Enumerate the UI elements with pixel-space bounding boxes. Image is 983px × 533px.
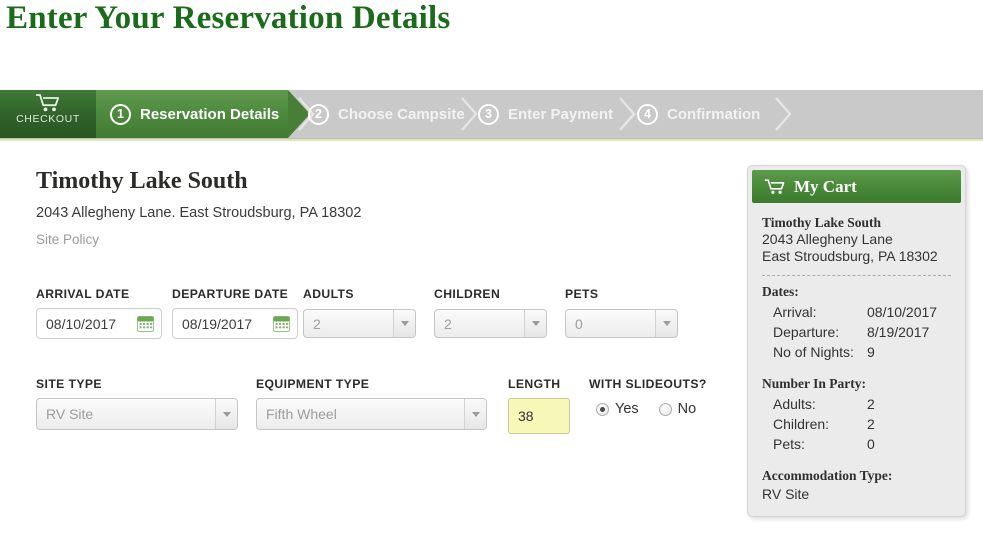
progress-chevron-4-icon (775, 97, 792, 131)
calendar-icon[interactable] (273, 315, 290, 332)
departure-date-value: 08/19/2017 (182, 315, 253, 332)
slideouts-yes-label: Yes (615, 401, 639, 417)
cart-children-row: Children: 2 (762, 414, 951, 434)
progress-step-1[interactable]: 1 Reservation Details (110, 90, 279, 138)
arrival-date-label: ARRIVAL DATE (36, 287, 130, 301)
progress-chevron-3-icon (619, 97, 636, 131)
cart-arrival-value: 08/10/2017 (867, 304, 938, 320)
step-number-2: 2 (308, 103, 329, 125)
slideouts-radio-group: Yes No (596, 401, 716, 417)
cart-spacer (762, 362, 951, 376)
cart-nights-label: No of Nights: (773, 344, 854, 360)
calendar-icon[interactable] (137, 315, 154, 332)
children-value: 2 (444, 315, 452, 332)
cart-campground-name: Timothy Lake South (762, 215, 882, 230)
checkout-badge: CHECKOUT (0, 90, 96, 138)
pets-label: PETS (565, 287, 599, 301)
step-number-4: 4 (637, 103, 658, 125)
step-label-1: Reservation Details (140, 105, 280, 123)
cart-nights-row: No of Nights: 9 (762, 342, 951, 362)
site-type-select[interactable]: RV Site (36, 398, 238, 430)
slideouts-label: WITH SLIDEOUTS? (589, 377, 707, 391)
reservation-page: Enter Your Reservation Details CHECKOUT … (0, 0, 983, 533)
cart-pets-row: Pets: 0 (762, 434, 951, 454)
cart-children-label: Children: (773, 416, 830, 432)
arrival-date-input[interactable]: 08/10/2017 (36, 308, 162, 339)
cart-departure-value: 8/19/2017 (867, 324, 930, 340)
arrival-date-value: 08/10/2017 (46, 315, 117, 332)
cart-arrival-label: Arrival: (773, 304, 817, 320)
page-title: Enter Your Reservation Details (6, 0, 451, 36)
radio-selected-icon (596, 402, 609, 416)
chevron-down-icon[interactable] (464, 399, 486, 429)
progress-step-4[interactable]: 4 Confirmation (637, 90, 760, 138)
cart-accommodation-title: Accommodation Type: (762, 468, 893, 483)
my-cart-body: Timothy Lake South 2043 Allegheny Lane E… (748, 203, 965, 502)
cart-party-title: Number In Party: (762, 376, 866, 391)
length-label: LENGTH (508, 377, 561, 391)
departure-date-input[interactable]: 08/19/2017 (172, 308, 298, 339)
progress-chevron-2-icon (461, 97, 478, 131)
cart-adults-label: Adults: (773, 396, 816, 412)
site-type-label: SITE TYPE (36, 377, 102, 391)
cart-pets-value: 0 (867, 436, 875, 452)
campground-name: Timothy Lake South (36, 168, 248, 194)
equipment-type-label: EQUIPMENT TYPE (256, 377, 370, 391)
cart-children-value: 2 (867, 416, 875, 432)
cart-departure-row: Departure: 8/19/2017 (762, 322, 951, 342)
cart-pets-label: Pets: (773, 436, 805, 452)
cart-arrival-row: Arrival: 08/10/2017 (762, 302, 951, 322)
progress-step-2[interactable]: 2 Choose Campsite (308, 90, 465, 138)
progress-step-3[interactable]: 3 Enter Payment (478, 90, 613, 138)
checkout-progress-bar: CHECKOUT 1 Reservation Details 2 Choose … (0, 90, 983, 138)
cart-address-line2: East Stroudsburg, PA 18302 (762, 248, 938, 264)
slideouts-radio-no[interactable]: No (658, 401, 697, 417)
pets-select[interactable]: 0 (565, 309, 678, 338)
departure-date-label: DEPARTURE DATE (172, 287, 289, 301)
length-value: 38 (518, 408, 534, 424)
cart-nights-value: 9 (867, 344, 875, 360)
cart-adults-row: Adults: 2 (762, 394, 951, 414)
step-label-3: Enter Payment (508, 105, 614, 123)
chevron-down-icon[interactable] (655, 310, 677, 337)
children-label: CHILDREN (434, 287, 501, 301)
cart-departure-label: Departure: (773, 324, 840, 340)
slideouts-no-label: No (677, 401, 697, 417)
cart-divider (762, 275, 951, 276)
slideouts-radio-yes[interactable]: Yes (596, 401, 639, 417)
cart-address-line1: 2043 Allegheny Lane (762, 231, 893, 247)
shopping-cart-icon (764, 178, 785, 194)
step-label-4: Confirmation (667, 105, 761, 123)
chevron-down-icon[interactable] (393, 310, 415, 337)
pets-value: 0 (575, 315, 583, 332)
adults-value: 2 (313, 315, 321, 332)
shopping-cart-icon (36, 94, 60, 112)
my-cart-panel: My Cart Timothy Lake South 2043 Alleghen… (747, 165, 966, 517)
adults-label: ADULTS (303, 287, 354, 301)
radio-unselected-icon (658, 402, 672, 416)
children-select[interactable]: 2 (434, 309, 547, 338)
cart-spacer-2 (762, 454, 951, 468)
step-number-3: 3 (478, 103, 499, 125)
site-type-value: RV Site (46, 406, 94, 422)
equipment-type-select[interactable]: Fifth Wheel (256, 398, 487, 430)
length-input[interactable]: 38 (508, 398, 570, 434)
checkout-label: CHECKOUT (16, 113, 80, 125)
site-policy-link[interactable]: Site Policy (36, 232, 99, 247)
progress-underline (0, 138, 983, 141)
equipment-type-value: Fifth Wheel (266, 406, 337, 422)
cart-adults-value: 2 (867, 396, 875, 412)
step-number-1: 1 (110, 103, 131, 125)
chevron-down-icon[interactable] (215, 399, 237, 429)
campground-address: 2043 Allegheny Lane. East Stroudsburg, P… (36, 205, 362, 221)
adults-select[interactable]: 2 (303, 309, 416, 338)
step-label-2: Choose Campsite (338, 105, 465, 123)
my-cart-header: My Cart (752, 170, 961, 203)
cart-dates-title: Dates: (762, 284, 799, 299)
my-cart-title: My Cart (794, 176, 857, 196)
main-content: Timothy Lake South 2043 Allegheny Lane. … (0, 143, 983, 533)
cart-accommodation-value: RV Site (762, 486, 810, 502)
chevron-down-icon[interactable] (524, 310, 546, 337)
